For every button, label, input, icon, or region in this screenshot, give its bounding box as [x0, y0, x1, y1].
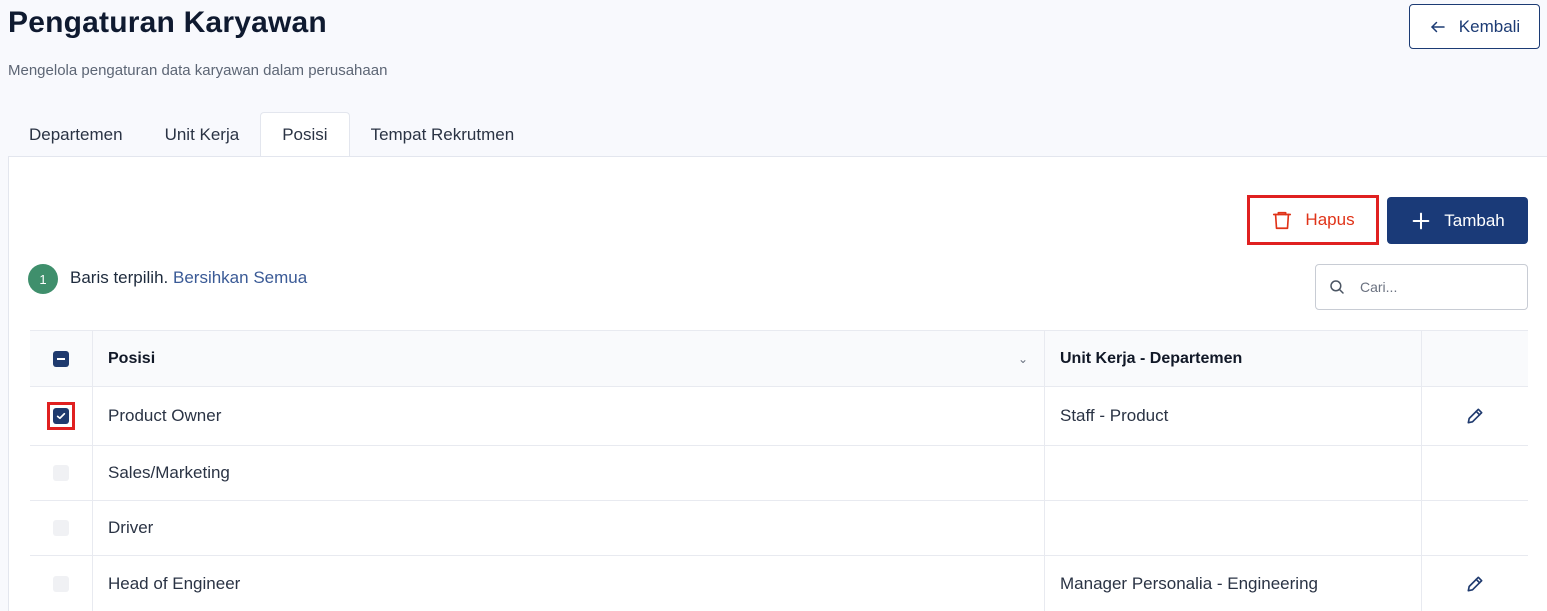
tab-bar: Departemen Unit Kerja Posisi Tempat Rekr…: [8, 112, 535, 158]
positions-table: Posisi ⌄ Unit Kerja - Departemen Product…: [30, 330, 1528, 611]
tab-label: Tempat Rekrutmen: [370, 124, 515, 144]
chevron-down-icon[interactable]: ⌄: [1018, 352, 1028, 366]
posisi-cell: Driver: [93, 501, 1045, 555]
tab-tempat-rekrutmen[interactable]: Tempat Rekrutmen: [350, 112, 536, 157]
add-button-label: Tambah: [1444, 210, 1505, 230]
column-header-label: Posisi: [108, 349, 156, 367]
row-checkbox[interactable]: [53, 575, 69, 592]
unit-kerja-cell: [1045, 446, 1422, 500]
table-row: Driver: [30, 501, 1528, 556]
check-icon: [56, 412, 66, 420]
unit-kerja-cell: Staff - Product: [1045, 387, 1422, 445]
column-header-unit-kerja: Unit Kerja - Departemen: [1045, 331, 1422, 386]
delete-button[interactable]: Hapus: [1247, 195, 1379, 245]
row-checkbox-cell: [30, 501, 93, 555]
tab-posisi[interactable]: Posisi: [260, 112, 350, 158]
row-checkbox[interactable]: [53, 465, 69, 481]
column-header-label: Unit Kerja - Departemen: [1060, 349, 1243, 367]
unit-kerja-cell: [1045, 501, 1422, 555]
tab-label: Departemen: [29, 124, 123, 144]
selection-text: Baris terpilih.: [70, 268, 169, 287]
column-header-posisi[interactable]: Posisi ⌄: [93, 331, 1045, 386]
row-checkbox-cell: [30, 446, 93, 500]
actions-cell: [1422, 446, 1528, 500]
trash-icon: [1273, 211, 1292, 230]
table-row: Product Owner Staff - Product: [30, 387, 1528, 446]
tab-unit-kerja[interactable]: Unit Kerja: [144, 112, 261, 157]
clear-all-link[interactable]: Bersihkan Semua: [173, 268, 307, 287]
pencil-icon[interactable]: [1465, 406, 1485, 426]
row-checkbox-highlight: [47, 402, 75, 430]
actions-cell: [1422, 501, 1528, 555]
posisi-cell: Product Owner: [93, 387, 1045, 445]
back-button-label: Kembali: [1458, 16, 1521, 36]
delete-button-label: Hapus: [1305, 210, 1355, 229]
posisi-cell: Head of Engineer: [93, 556, 1045, 611]
posisi-cell: Sales/Marketing: [93, 446, 1045, 500]
selected-count-badge: 1: [28, 264, 58, 294]
actions-cell: [1422, 556, 1528, 611]
table-header-row: Posisi ⌄ Unit Kerja - Departemen: [30, 331, 1528, 387]
add-button[interactable]: Tambah: [1387, 197, 1528, 244]
back-button[interactable]: Kembali: [1409, 4, 1540, 49]
row-checkbox[interactable]: [53, 408, 69, 424]
search-input[interactable]: [1360, 279, 1510, 295]
search-field[interactable]: [1315, 264, 1528, 310]
page-subtitle: Mengelola pengaturan data karyawan dalam…: [8, 62, 388, 79]
row-checkbox-cell: [30, 556, 93, 611]
select-all-cell: [30, 331, 93, 386]
actions-cell: [1422, 387, 1528, 445]
table-row: Head of Engineer Manager Personalia - En…: [30, 556, 1528, 611]
pencil-icon[interactable]: [1465, 574, 1485, 594]
tab-departemen[interactable]: Departemen: [8, 112, 144, 157]
unit-kerja-cell: Manager Personalia - Engineering: [1045, 556, 1422, 611]
tab-label: Posisi: [282, 125, 328, 144]
search-icon: [1330, 280, 1344, 294]
selection-info: Baris terpilih. Bersihkan Semua: [70, 268, 307, 288]
row-checkbox[interactable]: [53, 520, 69, 536]
tab-label: Unit Kerja: [164, 124, 240, 144]
table-row: Sales/Marketing: [30, 446, 1528, 501]
column-header-actions: [1422, 331, 1528, 386]
page-title: Pengaturan Karyawan: [8, 6, 327, 39]
arrow-left-icon: [1431, 21, 1445, 32]
plus-icon: [1412, 212, 1430, 229]
select-all-checkbox[interactable]: [53, 350, 69, 367]
row-checkbox-cell: [30, 387, 93, 445]
